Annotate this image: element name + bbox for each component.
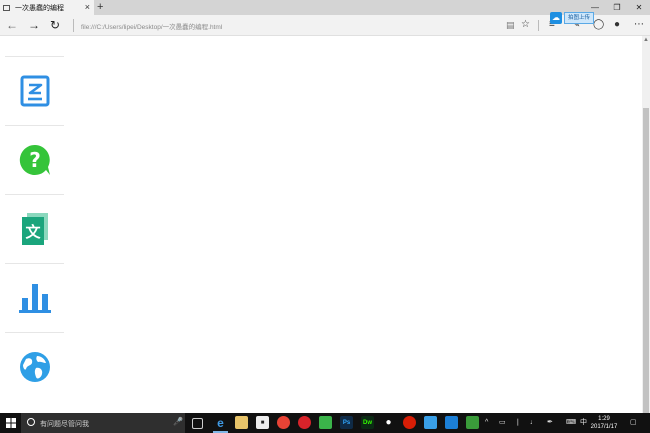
windows-taskbar: 有问题尽管问我 🎤 e ■ Ps Dw ● ^ ▭ ❘ ♩ ✒ ⌨ 中 1:29… xyxy=(0,413,650,433)
dreamweaver-icon[interactable]: Dw xyxy=(361,416,374,429)
file-explorer-icon[interactable] xyxy=(235,416,248,429)
page-content: ? 文 xyxy=(0,36,642,413)
photo-upload-widget[interactable]: ☁ 拍图上传 xyxy=(550,11,598,25)
globe-icon xyxy=(19,352,50,382)
svg-text:?: ? xyxy=(29,148,41,172)
scroll-up-icon[interactable]: ▲ xyxy=(643,37,649,43)
page-icon xyxy=(3,4,10,11)
bar-chart-icon xyxy=(18,284,51,313)
photoshop-icon[interactable]: Ps xyxy=(340,416,353,429)
scrollbar-thumb[interactable] xyxy=(643,108,649,413)
system-clock[interactable]: 1:29 2017/1/17 xyxy=(589,415,619,431)
translate-icon: 文 xyxy=(21,213,48,245)
image-icon xyxy=(20,75,49,107)
cortana-icon xyxy=(27,418,35,426)
keyboard-icon[interactable]: ⌨ xyxy=(566,418,576,428)
cloud-icon: ☁ xyxy=(550,12,562,24)
svg-text:文: 文 xyxy=(25,223,41,241)
new-tab-button[interactable]: + xyxy=(97,1,103,13)
back-arrow-icon[interactable]: ← xyxy=(6,17,18,33)
wechat-icon[interactable]: ● xyxy=(382,416,395,429)
divider xyxy=(538,20,539,31)
battery-icon[interactable]: ▭ xyxy=(499,418,506,428)
icon-sidebar: ? 文 xyxy=(5,56,64,401)
clock-date: 2017/1/17 xyxy=(590,424,618,430)
favorite-star-icon[interactable]: ☆ xyxy=(521,17,530,33)
divider xyxy=(73,19,74,32)
microphone-icon[interactable]: 🎤 xyxy=(173,417,183,426)
sidebar-item-translate[interactable]: 文 xyxy=(5,194,64,263)
cortana-search-box[interactable]: 有问题尽管问我 🎤 xyxy=(21,413,185,433)
show-hidden-icons-icon[interactable]: ^ xyxy=(485,418,488,428)
search-placeholder: 有问题尽管问我 xyxy=(40,421,89,428)
edge-browser-icon[interactable]: e xyxy=(214,416,227,430)
close-window-button[interactable]: ✕ xyxy=(628,0,650,15)
address-bar[interactable]: file:///C:/Users/lipei/Desktop/一次愚蠢的编程.h… xyxy=(81,21,222,31)
extension-icon[interactable]: ● xyxy=(614,17,620,33)
maximize-button[interactable]: ❐ xyxy=(606,0,628,15)
sidebar-item-globe[interactable] xyxy=(5,332,64,401)
input-language[interactable]: 中 xyxy=(580,418,587,428)
red-app-icon[interactable] xyxy=(403,416,416,429)
forward-arrow-icon[interactable]: → xyxy=(28,17,40,33)
task-view-icon[interactable] xyxy=(192,418,203,429)
more-menu-icon[interactable]: ⋯ xyxy=(634,17,644,33)
question-icon: ? xyxy=(19,144,50,175)
sidebar-item-image[interactable] xyxy=(5,56,64,125)
photo-upload-label: 拍图上传 xyxy=(564,12,595,24)
tab-title: 一次愚蠢的编程 xyxy=(15,4,64,12)
volume-icon[interactable]: ♩ xyxy=(530,418,537,428)
store-icon[interactable]: ■ xyxy=(256,416,269,429)
reading-view-icon[interactable]: ▤ xyxy=(506,17,515,33)
green-square-app-icon[interactable] xyxy=(466,416,479,429)
vertical-scrollbar[interactable]: ▲ xyxy=(642,36,650,413)
notification-center-icon[interactable]: ▢ xyxy=(630,418,637,428)
refresh-icon[interactable]: ↻ xyxy=(50,17,60,33)
windows-start-icon[interactable] xyxy=(6,418,16,428)
clock-time: 1:29 xyxy=(598,416,610,422)
sidebar-item-chart[interactable] xyxy=(5,263,64,332)
network-icon[interactable]: ❘ xyxy=(515,418,521,428)
browser-tab[interactable]: 一次愚蠢的编程 × xyxy=(0,0,94,15)
green-app-icon[interactable] xyxy=(319,416,332,429)
close-tab-button[interactable]: × xyxy=(85,2,90,12)
chrome-icon[interactable] xyxy=(277,416,290,429)
blue-app-icon[interactable] xyxy=(445,416,458,429)
photo-upload-app-icon[interactable] xyxy=(424,416,437,429)
sidebar-item-question[interactable]: ? xyxy=(5,125,64,194)
netease-music-icon[interactable] xyxy=(298,416,311,429)
pen-icon[interactable]: ✒ xyxy=(547,418,553,428)
